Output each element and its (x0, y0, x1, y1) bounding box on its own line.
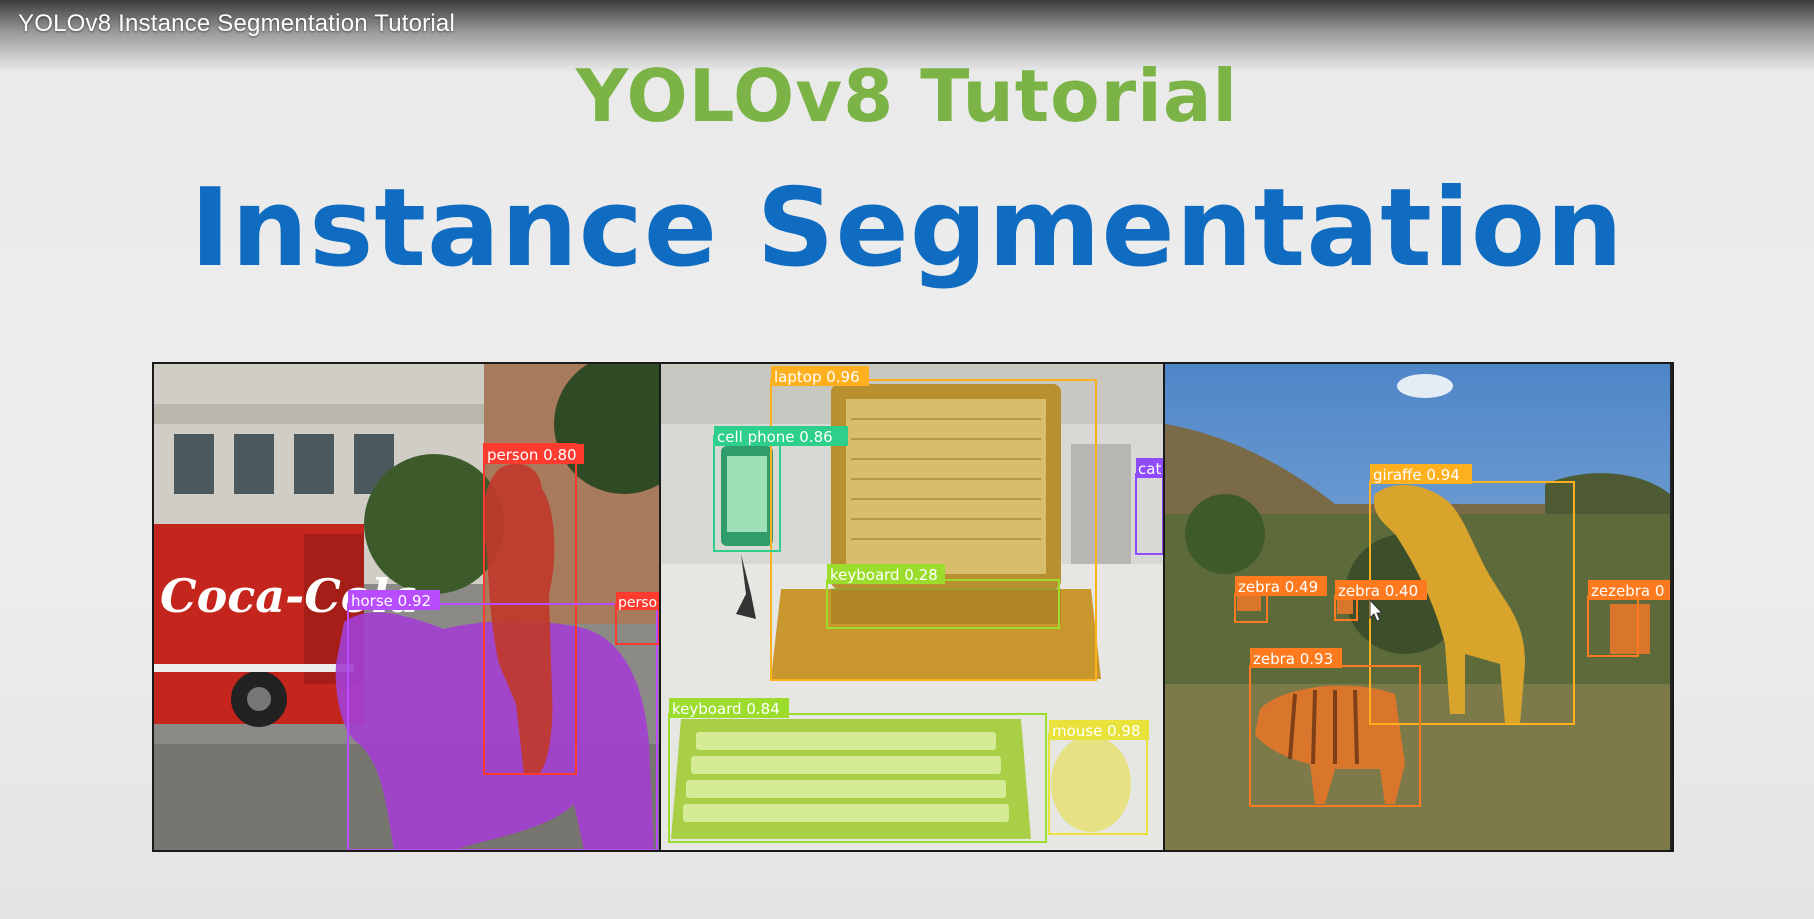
keyboard-label: keyboard 0.84 (672, 700, 780, 718)
slide-subtitle: YOLOv8 Tutorial (575, 54, 1239, 138)
horse-label: horse 0.92 (351, 592, 431, 610)
cell-phone-label: cell phone 0.86 (717, 428, 833, 446)
example-images-strip: Coca-Cola person 0.80 horse 0.92 perso l… (152, 362, 1674, 852)
mouse-label: mouse 0.98 (1052, 722, 1141, 740)
zebra-right-label: zezebra 0 (1591, 582, 1664, 600)
savanna-scene-image: giraffe 0.94 zebra 0.49 zebra 0.40 zebra… (1163, 364, 1670, 850)
zebra-049-label: zebra 0.49 (1238, 578, 1318, 596)
cat-label: cat (1138, 460, 1161, 478)
zebra-093-label: zebra 0.93 (1253, 650, 1333, 668)
desk-detections-overlay: laptop 0.96 cell phone 0.86 keyboard 0.2… (668, 366, 1163, 843)
zebra-right-bbox (1587, 595, 1639, 657)
cat-bbox (1135, 473, 1163, 555)
person-2-label: perso (618, 595, 657, 611)
giraffe-label: giraffe 0.94 (1373, 466, 1460, 484)
keyboard-small-bbox (826, 579, 1060, 629)
street-detections-overlay: person 0.80 horse 0.92 perso (347, 443, 659, 850)
mouse-bbox (1048, 733, 1148, 835)
savanna-detections-overlay: giraffe 0.94 zebra 0.49 zebra 0.40 zebra… (1234, 464, 1670, 807)
video-title[interactable]: YOLOv8 Instance Segmentation Tutorial (18, 10, 455, 38)
zebra-040-label: zebra 0.40 (1338, 582, 1418, 600)
keyboard-small-label: keyboard 0.28 (830, 566, 938, 584)
mouse-cursor-icon (1369, 598, 1384, 622)
horse-bbox (347, 603, 658, 850)
desk-scene-image: laptop 0.96 cell phone 0.86 keyboard 0.2… (659, 364, 1163, 850)
giraffe-bbox (1369, 481, 1575, 725)
zebra-093-bbox (1249, 665, 1421, 807)
laptop-bbox (770, 379, 1097, 681)
keyboard-bbox (668, 713, 1047, 843)
slide-title: Instance Segmentation (190, 166, 1624, 291)
laptop-label: laptop 0.96 (774, 368, 860, 386)
street-scene-image: Coca-Cola person 0.80 horse 0.92 perso (154, 364, 659, 850)
zebra-049-bbox (1234, 593, 1268, 623)
person-bbox (483, 443, 577, 775)
person-label: person 0.80 (487, 446, 577, 464)
